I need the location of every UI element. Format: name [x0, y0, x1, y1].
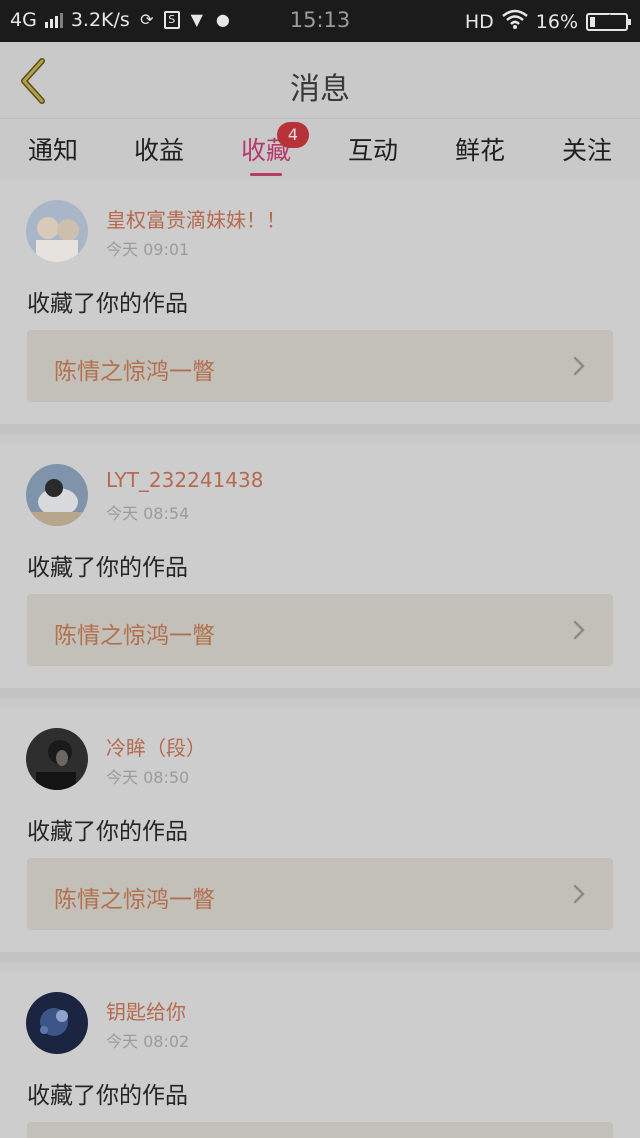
tab-label: 收益 — [133, 136, 184, 165]
list-item: LYT_232241438 今天 08:54 收藏了你的作品 陈情之惊鸿一瞥 — [0, 444, 640, 698]
message-text: 收藏了你的作品 — [27, 819, 188, 845]
message-text: 收藏了你的作品 — [27, 291, 188, 317]
tab-bar: 通知 收益 收藏 4 互动 鲜花 关注 — [0, 118, 640, 178]
tab-favorites[interactable]: 收藏 4 — [213, 122, 319, 176]
work-title: 陈情之惊鸿一瞥 — [54, 887, 215, 913]
message-text: 收藏了你的作品 — [27, 555, 188, 581]
list-item: 皇权富贵滴妹妹！！ 今天 09:01 收藏了你的作品 陈情之惊鸿一瞥 — [0, 180, 640, 434]
tab-label: 通知 — [27, 136, 78, 165]
message-time: 今天 08:50 — [106, 768, 190, 787]
work-link[interactable] — [27, 1122, 613, 1138]
unread-badge: 4 — [277, 122, 309, 148]
message-time: 今天 08:02 — [106, 1032, 190, 1051]
chevron-right-icon — [573, 356, 585, 376]
tab-label: 鲜花 — [454, 136, 505, 165]
work-title: 陈情之惊鸿一瞥 — [54, 359, 215, 385]
message-time: 今天 09:01 — [106, 240, 190, 259]
battery-percent: 16% — [535, 10, 578, 33]
tab-interactions[interactable]: 互动 — [320, 131, 426, 167]
battery-icon: ⚡ — [586, 12, 631, 31]
list-item: 钥匙给你 今天 08:02 收藏了你的作品 — [0, 972, 640, 1138]
list-item: 冷眸（段） 今天 08:50 收藏了你的作品 陈情之惊鸿一瞥 — [0, 708, 640, 962]
divider — [0, 688, 640, 698]
avatar[interactable] — [26, 464, 88, 526]
user-name[interactable]: LYT_232241438 — [106, 468, 263, 492]
user-name[interactable]: 钥匙给你 — [106, 996, 186, 1025]
work-link[interactable]: 陈情之惊鸿一瞥 — [27, 594, 613, 666]
avatar[interactable] — [26, 200, 88, 262]
message-text: 收藏了你的作品 — [27, 1083, 188, 1109]
work-link[interactable]: 陈情之惊鸿一瞥 — [27, 330, 613, 402]
tab-flowers[interactable]: 鲜花 — [427, 131, 533, 167]
chevron-right-icon — [573, 620, 585, 640]
tab-earnings[interactable]: 收益 — [106, 131, 212, 167]
tab-notifications[interactable]: 通知 — [0, 131, 106, 167]
user-name[interactable]: 冷眸（段） — [106, 732, 206, 761]
work-link[interactable]: 陈情之惊鸿一瞥 — [27, 858, 613, 930]
wifi-icon — [501, 9, 528, 34]
page-title: 消息 — [290, 72, 350, 107]
app-header: 消息 — [0, 42, 640, 124]
avatar[interactable] — [26, 728, 88, 790]
hd-indicator: HD — [464, 10, 494, 33]
tab-following[interactable]: 关注 — [534, 131, 640, 167]
divider — [0, 424, 640, 434]
tab-label: 关注 — [561, 136, 612, 165]
message-time: 今天 08:54 — [106, 504, 190, 523]
avatar[interactable] — [26, 992, 88, 1054]
chevron-right-icon — [573, 884, 585, 904]
tab-label: 互动 — [347, 136, 398, 165]
status-bar: 4G 3.2K/s ⟳ S ▼ ● 15:13 HD 16% ⚡ — [0, 0, 640, 42]
divider — [0, 952, 640, 962]
work-title: 陈情之惊鸿一瞥 — [54, 623, 215, 649]
active-tab-indicator — [250, 173, 282, 176]
user-name[interactable]: 皇权富贵滴妹妹！！ — [106, 204, 286, 233]
